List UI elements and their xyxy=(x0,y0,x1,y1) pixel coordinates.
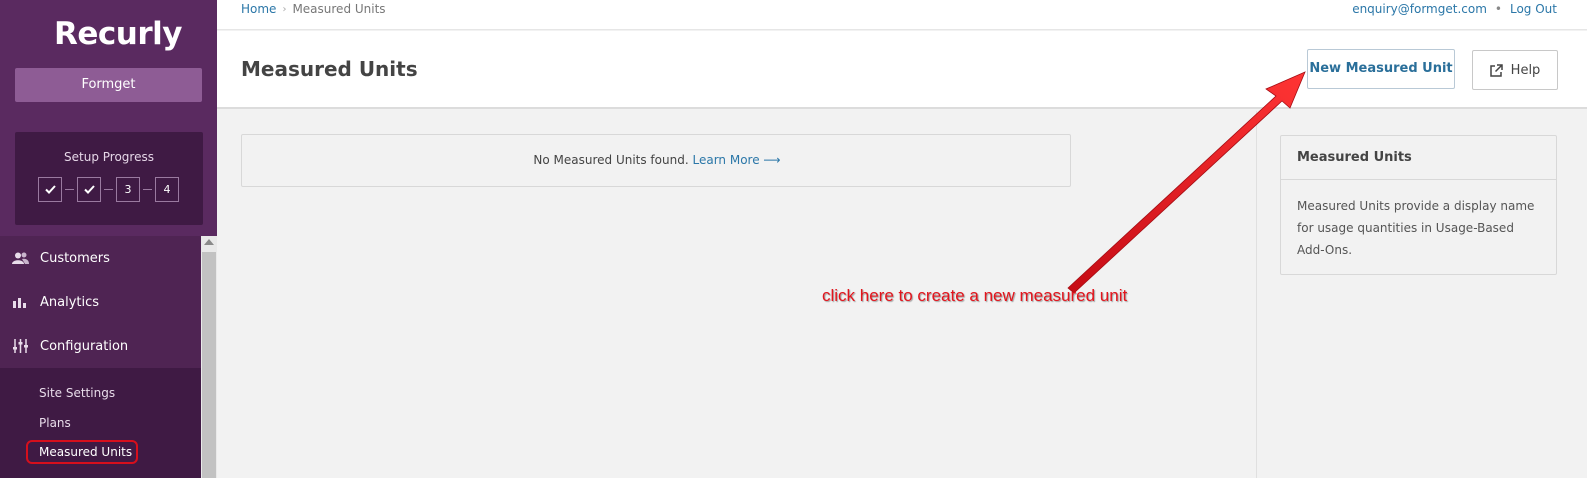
breadcrumb-home-link[interactable]: Home xyxy=(241,2,276,16)
setup-step-4[interactable]: 4 xyxy=(155,177,179,202)
setup-steps: 3 4 xyxy=(38,177,179,202)
step-separator xyxy=(143,189,152,190)
empty-state: No Measured Units found. Learn More ⟶ xyxy=(241,134,1071,187)
nav-item-label: Analytics xyxy=(40,294,100,310)
logout-link[interactable]: Log Out xyxy=(1510,2,1557,16)
help-panel-title: Measured Units xyxy=(1281,136,1556,180)
bar-chart-icon xyxy=(11,295,29,309)
users-icon xyxy=(11,251,29,265)
help-panel-body: Measured Units provide a display name fo… xyxy=(1297,199,1535,257)
user-menu: enquiry@formget.com • Log Out xyxy=(1352,2,1557,16)
annotation-text: click here to create a new measured unit xyxy=(822,286,1128,305)
user-email-link[interactable]: enquiry@formget.com xyxy=(1352,2,1487,16)
setup-step-2[interactable] xyxy=(77,177,101,202)
scroll-up-arrow-icon[interactable] xyxy=(204,239,214,245)
check-icon xyxy=(83,185,95,194)
subnav-item-site-settings[interactable]: Site Settings xyxy=(39,386,115,400)
dot-separator: • xyxy=(1494,2,1502,16)
top-bar: Home › Measured Units enquiry@formget.co… xyxy=(217,0,1587,30)
help-panel: Measured Units Measured Units provide a … xyxy=(1280,135,1557,275)
learn-more-link[interactable]: Learn More ⟶ xyxy=(692,153,780,167)
check-icon xyxy=(44,185,56,194)
site-switcher-button[interactable]: Formget xyxy=(15,68,202,102)
recurly-logo[interactable]: Recurly xyxy=(54,16,182,52)
chevron-right-icon: › xyxy=(282,3,287,15)
step-separator xyxy=(65,189,74,190)
empty-message: No Measured Units found. xyxy=(533,153,689,167)
empty-state-text: No Measured Units found. Learn More ⟶ xyxy=(242,153,1072,167)
breadcrumb: Home › Measured Units xyxy=(241,2,386,16)
sliders-icon xyxy=(11,339,29,353)
setup-step-3[interactable]: 3 xyxy=(116,177,140,202)
help-button[interactable]: Help xyxy=(1472,50,1558,90)
nav-item-label: Configuration xyxy=(40,338,129,354)
subnav-item-measured-units[interactable]: Measured Units xyxy=(39,445,132,459)
nav-item-analytics[interactable]: Analytics xyxy=(0,280,201,324)
nav-item-customers[interactable]: Customers xyxy=(0,236,201,280)
nav-item-label: Customers xyxy=(40,250,110,266)
breadcrumb-current: Measured Units xyxy=(292,2,386,16)
page-header: Measured Units New Measured Unit Help xyxy=(217,31,1587,109)
external-link-icon xyxy=(1489,63,1503,77)
step-separator xyxy=(104,189,113,190)
page-title: Measured Units xyxy=(241,57,418,81)
help-button-label: Help xyxy=(1510,62,1541,78)
setup-progress[interactable]: Setup Progress 3 4 xyxy=(15,132,203,225)
setup-step-1[interactable] xyxy=(38,177,62,202)
subnav-item-plans[interactable]: Plans xyxy=(39,416,71,430)
setup-progress-title: Setup Progress xyxy=(64,150,154,164)
scrollbar-thumb[interactable] xyxy=(202,252,216,478)
new-measured-unit-button[interactable]: New Measured Unit xyxy=(1307,49,1455,89)
nav-item-configuration[interactable]: Configuration xyxy=(0,324,201,368)
